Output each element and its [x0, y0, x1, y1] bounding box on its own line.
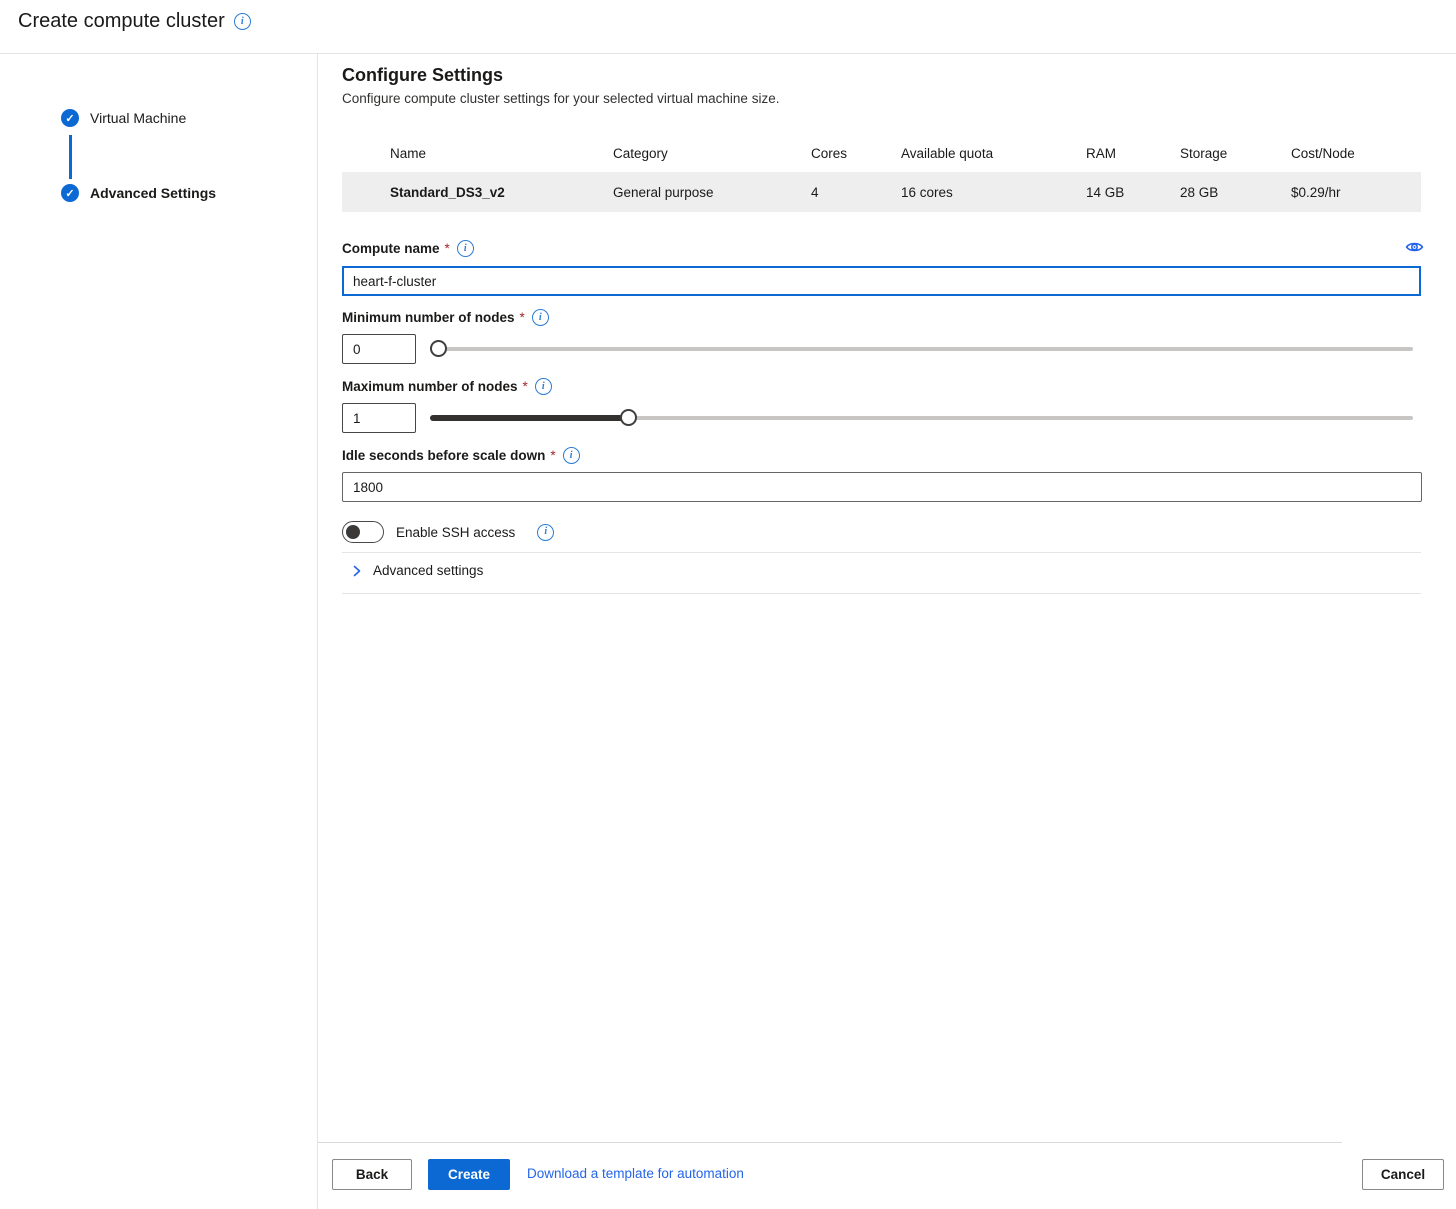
back-button[interactable]: Back — [332, 1159, 412, 1190]
check-circle-icon: ✓ — [61, 184, 79, 202]
vm-cell-name: Standard_DS3_v2 — [342, 185, 613, 200]
cancel-button[interactable]: Cancel — [1362, 1159, 1444, 1190]
column-header-available-quota: Available quota — [901, 146, 1086, 161]
column-header-name: Name — [342, 146, 613, 161]
page-title-text: Create compute cluster — [18, 10, 225, 33]
section-subheading: Configure compute cluster settings for y… — [342, 91, 779, 106]
compute-name-input[interactable] — [342, 266, 1421, 296]
advanced-settings-expander[interactable]: Advanced settings — [351, 563, 483, 578]
stepper-item-label: Advanced Settings — [90, 185, 216, 201]
download-template-link[interactable]: Download a template for automation — [527, 1166, 744, 1181]
vm-cell-cores: 4 — [811, 185, 901, 200]
column-header-category: Category — [613, 146, 811, 161]
info-icon[interactable]: i — [563, 447, 580, 464]
divider — [342, 593, 1421, 594]
required-asterisk: * — [550, 448, 555, 463]
slider-handle[interactable] — [620, 409, 637, 426]
create-compute-cluster-dialog: Create compute cluster i ✓ Virtual Machi… — [0, 0, 1456, 1209]
column-header-storage: Storage — [1180, 146, 1291, 161]
column-header-ram: RAM — [1086, 146, 1180, 161]
idle-seconds-input[interactable] — [342, 472, 1422, 502]
min-nodes-label: Minimum number of nodes * i — [342, 309, 549, 326]
vm-cell-category: General purpose — [613, 185, 811, 200]
ssh-toggle-label: Enable SSH access — [396, 525, 515, 540]
ssh-toggle[interactable] — [342, 521, 384, 543]
slider-handle[interactable] — [430, 340, 447, 357]
column-header-cost-node: Cost/Node — [1291, 146, 1421, 161]
dialog-header: Create compute cluster i — [0, 0, 1456, 54]
chevron-right-icon — [351, 565, 363, 577]
stepper-sidebar: ✓ Virtual Machine ✓ Advanced Settings — [0, 54, 318, 1209]
info-icon[interactable]: i — [457, 240, 474, 257]
info-icon[interactable]: i — [532, 309, 549, 326]
max-nodes-label: Maximum number of nodes * i — [342, 378, 552, 395]
check-circle-icon: ✓ — [61, 109, 79, 127]
slider-track[interactable] — [430, 347, 1413, 351]
vm-cell-cost-node: $0.29/hr — [1291, 185, 1421, 200]
slider-fill — [430, 415, 628, 421]
toggle-knob — [346, 525, 360, 539]
stepper-item-advanced-settings[interactable]: ✓ Advanced Settings — [61, 184, 216, 202]
vm-cell-ram: 14 GB — [1086, 185, 1180, 200]
advanced-settings-label: Advanced settings — [373, 563, 483, 578]
stepper-connector-line — [69, 135, 72, 179]
ssh-toggle-row: Enable SSH access i — [342, 521, 554, 543]
idle-seconds-label: Idle seconds before scale down * i — [342, 447, 580, 464]
divider — [342, 552, 1421, 553]
vm-cell-available-quota: 16 cores — [901, 185, 1086, 200]
eye-icon[interactable] — [1405, 239, 1424, 255]
page-title: Create compute cluster i — [18, 10, 251, 33]
compute-name-label: Compute name * i — [342, 240, 474, 257]
min-nodes-input[interactable] — [342, 334, 416, 364]
create-button[interactable]: Create — [428, 1159, 510, 1190]
stepper-item-virtual-machine[interactable]: ✓ Virtual Machine — [61, 109, 186, 127]
required-asterisk: * — [445, 241, 450, 256]
stepper-item-label: Virtual Machine — [90, 110, 186, 126]
max-nodes-slider[interactable] — [430, 409, 1413, 426]
vm-size-table: Name Category Cores Available quota RAM … — [342, 135, 1421, 212]
vm-table-row[interactable]: Standard_DS3_v2 General purpose 4 16 cor… — [342, 172, 1421, 212]
section-heading: Configure Settings — [342, 65, 503, 86]
max-nodes-input[interactable] — [342, 403, 416, 433]
footer-divider — [318, 1142, 1342, 1143]
info-icon[interactable]: i — [234, 13, 251, 30]
column-header-cores: Cores — [811, 146, 901, 161]
min-nodes-slider[interactable] — [430, 340, 1413, 357]
info-icon[interactable]: i — [537, 524, 554, 541]
vm-cell-storage: 28 GB — [1180, 185, 1291, 200]
info-icon[interactable]: i — [535, 378, 552, 395]
required-asterisk: * — [523, 379, 528, 394]
required-asterisk: * — [520, 310, 525, 325]
vm-table-header: Name Category Cores Available quota RAM … — [342, 135, 1421, 172]
